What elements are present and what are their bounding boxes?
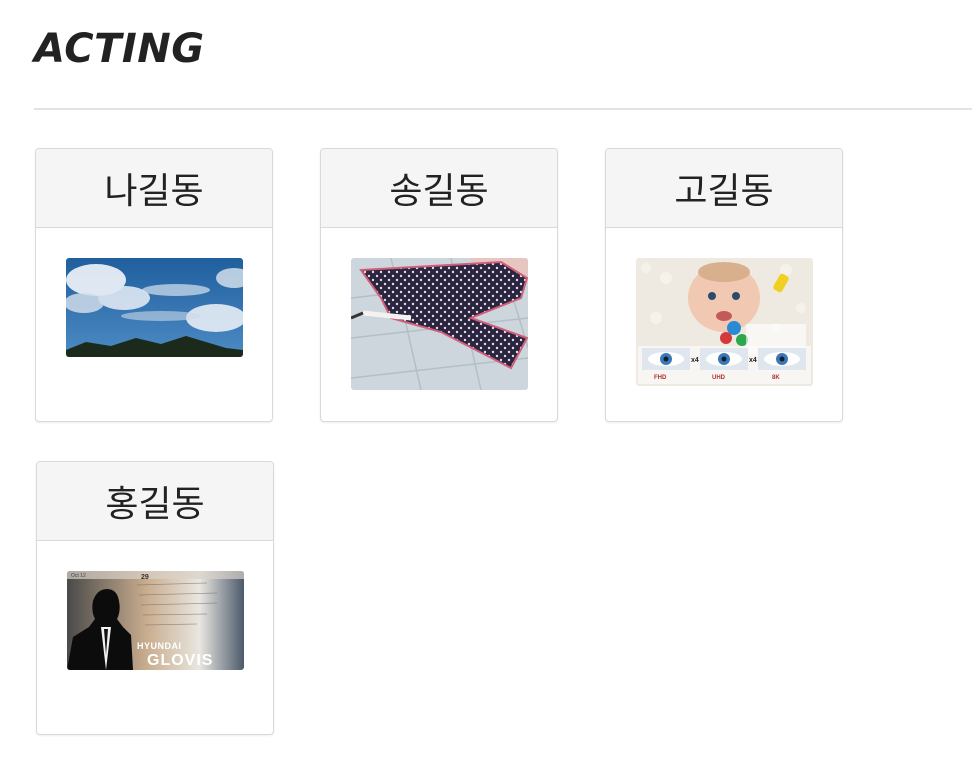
sky-clouds-mountains-photo[interactable]	[66, 258, 243, 357]
acting-page: ACTING 나길동 송길동 고길동 x4 x4 FHD UHD 8K 홍길동 …	[0, 0, 972, 768]
card-body: x4 x4 FHD UHD 8K	[606, 228, 842, 421]
card-body	[321, 228, 557, 421]
uhd-label: UHD	[712, 375, 726, 381]
actor-name: 고길동	[606, 149, 842, 228]
baby-eyes-resolution-photo[interactable]: x4 x4 FHD UHD 8K	[636, 258, 813, 386]
page-title: ACTING	[34, 26, 205, 72]
hyundai-glovis-silhouette-photo[interactable]: 29 Oct 12 HYUNDAI GLOVIS	[67, 571, 244, 670]
fhd-label: FHD	[654, 375, 667, 381]
polka-dot-umbrella-photo[interactable]	[351, 258, 528, 390]
x4-label: x4	[691, 357, 699, 364]
actor-card-1[interactable]: 나길동	[35, 148, 273, 422]
8k-label: 8K	[772, 375, 780, 381]
calendar-header-text: Oct 12	[71, 573, 86, 579]
calendar-date-number: 29	[141, 574, 149, 581]
card-body: 29 Oct 12 HYUNDAI GLOVIS	[37, 541, 273, 734]
actor-name: 나길동	[36, 149, 272, 228]
actor-card-4[interactable]: 홍길동 29 Oct 12 HYUNDAI GLOVIS	[36, 461, 274, 735]
card-body	[36, 228, 272, 421]
actor-name: 홍길동	[37, 462, 273, 541]
x4-label: x4	[749, 357, 757, 364]
actor-name: 송길동	[321, 149, 557, 228]
actor-card-3[interactable]: 고길동 x4 x4 FHD UHD 8K	[605, 148, 843, 422]
brand-small-text: HYUNDAI	[137, 641, 182, 651]
actor-card-2[interactable]: 송길동	[320, 148, 558, 422]
brand-big-text: GLOVIS	[147, 652, 213, 669]
title-divider	[34, 108, 972, 110]
